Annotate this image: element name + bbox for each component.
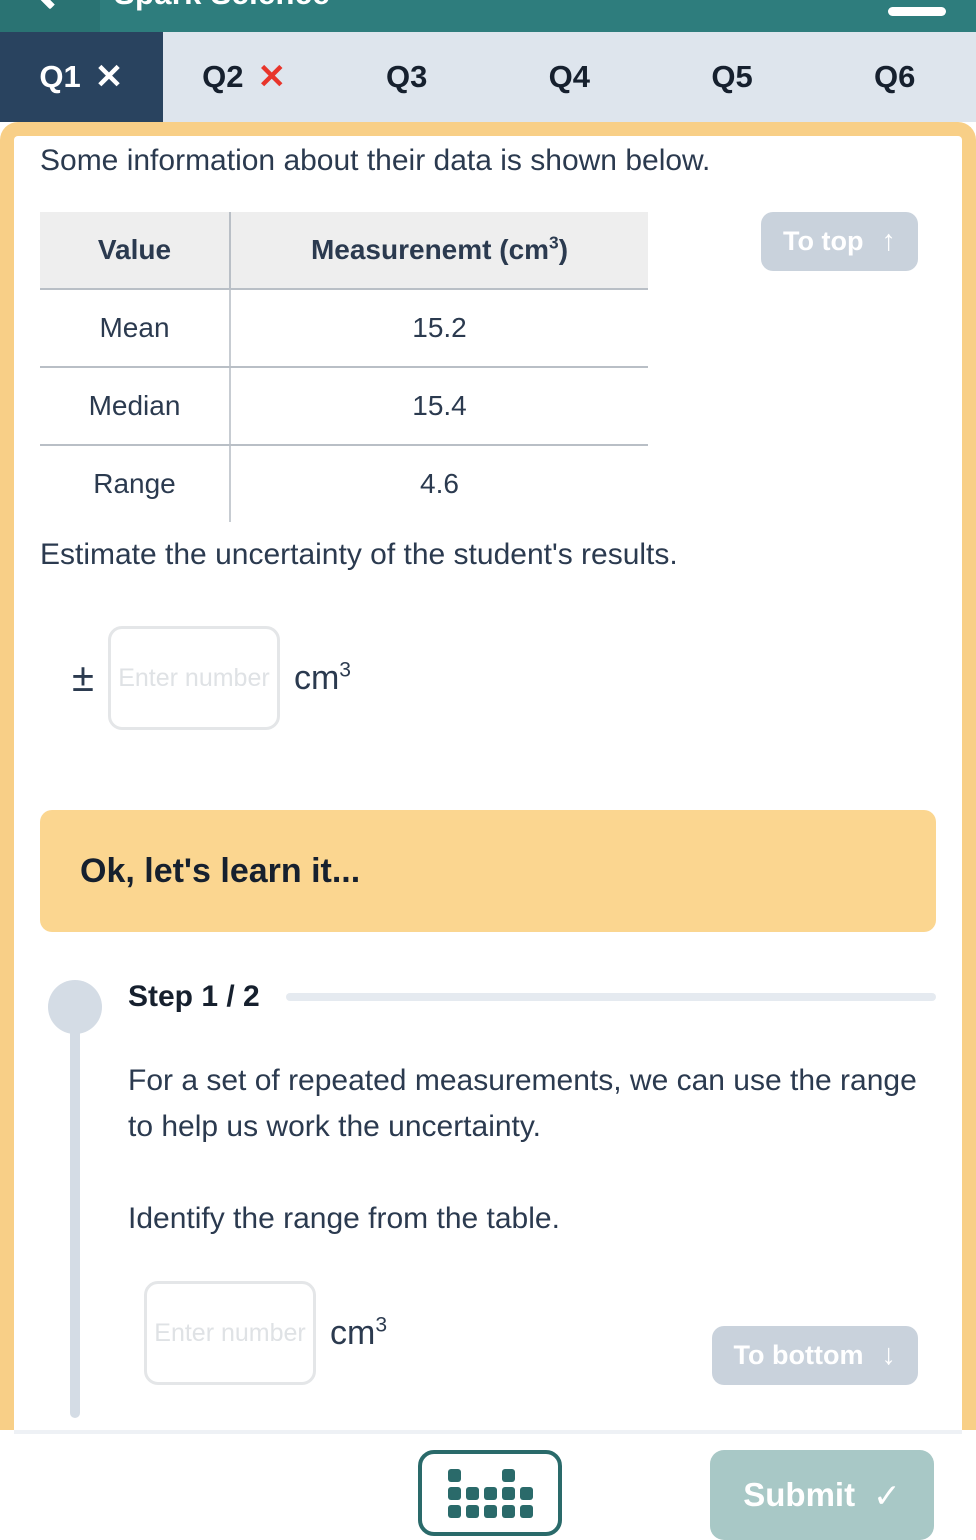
to-bottom-button[interactable]: To bottom ↓ bbox=[712, 1326, 918, 1385]
table-row: Range 4.6 bbox=[40, 445, 648, 522]
answer-unit-exponent: 3 bbox=[339, 659, 351, 682]
step-label: Step 1 / 2 bbox=[128, 980, 260, 1014]
content-inner: Some information about their data is sho… bbox=[14, 136, 962, 1430]
step-rail bbox=[70, 988, 80, 1418]
back-button[interactable] bbox=[0, 0, 100, 32]
app-header: Spark Science bbox=[0, 0, 976, 32]
learn-banner[interactable]: Ok, let's learn it... bbox=[40, 810, 936, 932]
tab-q5[interactable]: Q5 bbox=[651, 32, 814, 122]
table-header-measurement-exponent: 3 bbox=[549, 233, 559, 253]
calculator-keypad-icon bbox=[448, 1469, 533, 1518]
step-header: Step 1 / 2 bbox=[40, 980, 936, 1014]
table-row: Mean 15.2 bbox=[40, 289, 648, 367]
key-r3c4 bbox=[502, 1505, 515, 1518]
table-header-row: Value Measurenemt (cm3) bbox=[40, 212, 648, 289]
key-r1c3 bbox=[484, 1469, 497, 1482]
to-bottom-label: To bottom bbox=[734, 1340, 864, 1371]
key-r3c3 bbox=[484, 1505, 497, 1518]
table-cell-value: 15.2 bbox=[230, 289, 648, 367]
key-r2c1 bbox=[448, 1487, 461, 1500]
data-table-head: Value Measurenemt (cm3) bbox=[40, 212, 648, 289]
key-r3c2 bbox=[466, 1505, 479, 1518]
key-r2c4 bbox=[502, 1487, 515, 1500]
submit-label: Submit bbox=[743, 1476, 855, 1514]
table-header-value: Value bbox=[40, 212, 230, 289]
tab-q1-label: Q1 bbox=[39, 59, 80, 95]
tab-q2[interactable]: Q2 ✕ bbox=[163, 32, 326, 122]
table-cell-value: 15.4 bbox=[230, 367, 648, 445]
table-header-measurement-text: Measurenemt (cm bbox=[311, 234, 549, 265]
calculator-button[interactable] bbox=[418, 1450, 562, 1536]
back-chevron-icon bbox=[34, 0, 65, 10]
tab-q3-label: Q3 bbox=[386, 59, 427, 95]
table-cell-value: 4.6 bbox=[230, 445, 648, 522]
step-paragraph-1: For a set of repeated measurements, we c… bbox=[128, 1058, 936, 1149]
step-answer-unit-exponent: 3 bbox=[375, 1313, 387, 1336]
to-top-button[interactable]: To top ↑ bbox=[761, 212, 918, 271]
question-prompt: Estimate the uncertainty of the student'… bbox=[40, 538, 936, 572]
check-icon: ✓ bbox=[873, 1476, 901, 1515]
key-r1c2 bbox=[466, 1469, 479, 1482]
tab-q6-label: Q6 bbox=[874, 59, 915, 95]
tab-q1-cross-icon: ✕ bbox=[95, 60, 124, 94]
tab-q2-label: Q2 bbox=[202, 59, 243, 95]
app-title: Spark Science bbox=[100, 0, 858, 12]
table-cell-label: Median bbox=[40, 367, 230, 445]
key-r1c1 bbox=[448, 1469, 461, 1482]
table-row: Median 15.4 bbox=[40, 367, 648, 445]
arrow-down-icon: ↓ bbox=[882, 1339, 897, 1372]
key-r2c5 bbox=[520, 1487, 533, 1500]
key-r3c5 bbox=[520, 1505, 533, 1518]
arrow-up-icon: ↑ bbox=[882, 225, 897, 258]
table-header-measurement-close: ) bbox=[559, 234, 568, 265]
data-table-body: Mean 15.2 Median 15.4 Range 4.6 bbox=[40, 289, 648, 522]
answer-unit: cm3 bbox=[294, 659, 351, 698]
tab-q1[interactable]: Q1 ✕ bbox=[0, 32, 163, 122]
key-r2c3 bbox=[484, 1487, 497, 1500]
answer-row: ± cm3 bbox=[40, 626, 936, 730]
plus-minus-symbol: ± bbox=[72, 656, 94, 701]
menu-bar-3 bbox=[888, 7, 946, 16]
question-content-card: Some information about their data is sho… bbox=[0, 122, 976, 1430]
table-cell-label: Mean bbox=[40, 289, 230, 367]
question-tabs: Q1 ✕ Q2 ✕ Q3 Q4 Q5 Q6 bbox=[0, 32, 976, 122]
key-r2c2 bbox=[466, 1487, 479, 1500]
tab-q5-label: Q5 bbox=[711, 59, 752, 95]
step-range-input[interactable] bbox=[144, 1281, 316, 1385]
tab-q3[interactable]: Q3 bbox=[325, 32, 488, 122]
submit-button[interactable]: Submit ✓ bbox=[710, 1450, 934, 1540]
hamburger-menu-icon[interactable] bbox=[858, 0, 976, 32]
step-paragraph-2: Identify the range from the table. bbox=[128, 1196, 936, 1242]
uncertainty-input[interactable] bbox=[108, 626, 280, 730]
step-divider bbox=[286, 993, 936, 1001]
to-top-label: To top bbox=[783, 226, 863, 257]
step-answer-unit: cm3 bbox=[330, 1314, 387, 1353]
learn-banner-label: Ok, let's learn it... bbox=[80, 852, 360, 891]
tab-q4-label: Q4 bbox=[549, 59, 590, 95]
tab-q2-cross-icon: ✕ bbox=[257, 60, 286, 94]
step-section: Step 1 / 2 For a set of repeated measure… bbox=[40, 980, 936, 1385]
key-r3c1 bbox=[448, 1505, 461, 1518]
key-r1c4 bbox=[502, 1469, 515, 1482]
key-r1c5 bbox=[520, 1469, 533, 1482]
tab-q4[interactable]: Q4 bbox=[488, 32, 651, 122]
answer-unit-base: cm bbox=[294, 659, 339, 697]
step-bullet bbox=[48, 980, 102, 1034]
intro-text: Some information about their data is sho… bbox=[40, 136, 936, 180]
table-header-measurement: Measurenemt (cm3) bbox=[230, 212, 648, 289]
tab-q6[interactable]: Q6 bbox=[813, 32, 976, 122]
data-table: Value Measurenemt (cm3) Mean 15.2 Median… bbox=[40, 212, 648, 522]
table-cell-label: Range bbox=[40, 445, 230, 522]
step-answer-unit-base: cm bbox=[330, 1314, 375, 1352]
bottom-action-bar: Submit ✓ bbox=[14, 1430, 962, 1502]
